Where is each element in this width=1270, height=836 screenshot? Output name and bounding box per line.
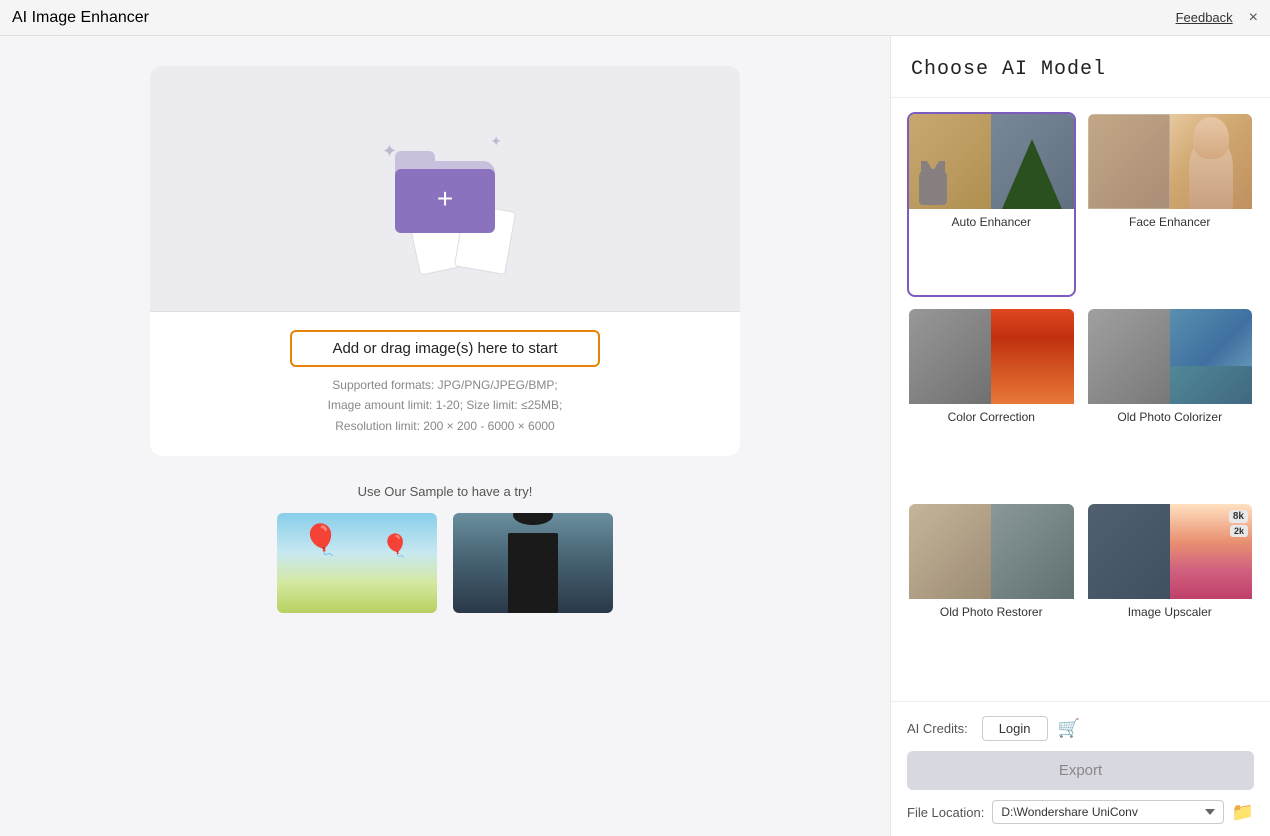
auto-enhancer-label: Auto Enhancer	[909, 209, 1074, 235]
login-button[interactable]: Login	[982, 716, 1048, 741]
feedback-link[interactable]: Feedback	[1176, 10, 1233, 25]
color-correction-label: Color Correction	[909, 404, 1074, 430]
folder-front-icon: +	[395, 169, 495, 233]
sparkle-icon: ✦	[490, 133, 502, 150]
model-card-old-photo-restorer[interactable]: Old Photo Restorer	[907, 502, 1076, 687]
image-upscaler-label: Image Upscaler	[1088, 599, 1253, 625]
old-photo-restorer-label: Old Photo Restorer	[909, 599, 1074, 625]
model-card-auto-enhancer[interactable]: Auto Enhancer	[907, 112, 1076, 297]
auto-enhancer-thumb-left	[909, 114, 991, 209]
colorizer-thumb-left	[1088, 309, 1170, 404]
titlebar-right: Feedback ×	[1176, 10, 1258, 26]
sample-images	[277, 513, 613, 613]
cart-icon[interactable]: 🛒	[1058, 718, 1080, 739]
model-card-face-enhancer[interactable]: Face Enhancer	[1086, 112, 1255, 297]
cat-icon	[919, 169, 947, 205]
face-enhancer-thumbnail	[1088, 114, 1253, 209]
sample-person-image[interactable]	[453, 513, 613, 613]
upscaler-badge: 8k 2k	[1229, 510, 1248, 537]
choose-model-title: Choose AI Model	[911, 58, 1250, 81]
upscaler-8k-badge: 8k	[1229, 510, 1248, 523]
drop-label[interactable]: Add or drag image(s) here to start	[290, 330, 599, 367]
sample-balloon-image[interactable]	[277, 513, 437, 613]
restorer-thumb-split	[909, 504, 1074, 599]
export-button[interactable]: Export	[907, 751, 1254, 790]
face-thumb-left	[1088, 114, 1170, 209]
dropzone-lower: Add or drag image(s) here to start Suppo…	[150, 311, 740, 456]
tree-icon	[1002, 139, 1062, 209]
color-correction-thumb-split	[909, 309, 1074, 404]
color-thumb-right	[991, 309, 1073, 404]
person-thumbnail	[453, 513, 613, 613]
upscaler-2k-badge: 2k	[1230, 525, 1248, 537]
sample-section: Use Our Sample to have a try!	[20, 484, 870, 613]
dropzone-upper: ✦ ✦ ✦ +	[150, 66, 740, 311]
left-panel: ✦ ✦ ✦ + Add or drag image(s) here to sta…	[0, 36, 890, 836]
face-head	[1193, 117, 1229, 159]
file-path-select[interactable]: D:\Wondershare UniConv	[992, 800, 1223, 824]
main-layout: ✦ ✦ ✦ + Add or drag image(s) here to sta…	[0, 36, 1270, 836]
old-photo-restorer-thumbnail	[909, 504, 1074, 599]
model-grid: Auto Enhancer Face Enhancer	[891, 98, 1270, 701]
sample-label: Use Our Sample to have a try!	[358, 484, 533, 499]
titlebar: AI Image Enhancer Feedback ×	[0, 0, 1270, 36]
right-panel: Choose AI Model Auto Enhancer	[890, 36, 1270, 836]
bottom-bar: AI Credits: Login 🛒 Export File Location…	[891, 701, 1270, 836]
dropzone[interactable]: ✦ ✦ ✦ + Add or drag image(s) here to sta…	[150, 66, 740, 456]
old-photo-colorizer-label: Old Photo Colorizer	[1088, 404, 1253, 430]
credits-label: AI Credits:	[907, 721, 968, 736]
upscaler-thumb-split: 8k 2k	[1088, 504, 1253, 599]
model-card-old-photo-colorizer[interactable]: Old Photo Colorizer	[1086, 307, 1255, 492]
auto-enhancer-thumb-right	[991, 114, 1073, 209]
file-location-row: File Location: D:\Wondershare UniConv 📁	[907, 800, 1254, 824]
app-title: AI Image Enhancer	[12, 9, 149, 27]
model-card-color-correction[interactable]: Color Correction	[907, 307, 1076, 492]
credits-row: AI Credits: Login 🛒	[907, 716, 1254, 741]
drop-info-line3: Resolution limit: 200 × 200 - 6000 × 600…	[328, 416, 563, 436]
image-upscaler-thumbnail: 8k 2k	[1088, 504, 1253, 599]
colorizer-thumb-split	[1088, 309, 1253, 404]
folder-plus-icon: +	[437, 185, 453, 213]
face-enhancer-label: Face Enhancer	[1088, 209, 1253, 235]
folder-open-button[interactable]: 📁	[1232, 802, 1254, 823]
right-panel-header: Choose AI Model	[891, 36, 1270, 98]
drop-info-line2: Image amount limit: 1-20; Size limit: ≤2…	[328, 395, 563, 415]
drop-info: Supported formats: JPG/PNG/JPEG/BMP; Ima…	[328, 375, 563, 436]
color-correction-thumbnail	[909, 309, 1074, 404]
auto-enhancer-thumbnail	[909, 114, 1074, 209]
restorer-thumb-right	[991, 504, 1073, 599]
restorer-thumb-left	[909, 504, 991, 599]
file-location-label: File Location:	[907, 805, 984, 820]
upscaler-thumb-left	[1088, 504, 1170, 599]
colorizer-thumb-right	[1170, 309, 1252, 404]
face-enhancer-thumb-split	[1088, 114, 1253, 209]
car-silhouette	[1170, 366, 1252, 404]
balloon-thumbnail	[277, 513, 437, 613]
folder-icon: ✦ ✦ ✦ +	[380, 133, 510, 243]
model-card-image-upscaler[interactable]: 8k 2k Image Upscaler	[1086, 502, 1255, 687]
color-thumb-left	[909, 309, 991, 404]
person-silhouette-icon	[508, 533, 558, 613]
close-button[interactable]: ×	[1249, 10, 1258, 26]
auto-enhancer-thumb-split	[909, 114, 1074, 209]
drop-info-line1: Supported formats: JPG/PNG/JPEG/BMP;	[328, 375, 563, 395]
old-photo-colorizer-thumbnail	[1088, 309, 1253, 404]
face-thumb-right	[1170, 114, 1252, 209]
